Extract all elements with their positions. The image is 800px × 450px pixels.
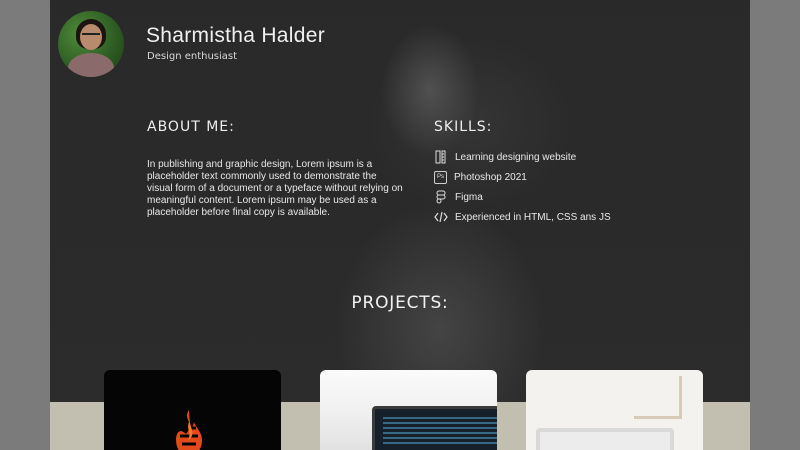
skill-label: Learning designing website (455, 151, 577, 163)
skill-item: Ps Photoshop 2021 (434, 167, 694, 187)
pencil-ruler-icon (434, 150, 448, 164)
laptop-image (536, 428, 674, 450)
skills-list: Learning designing website Ps Photoshop … (434, 147, 694, 227)
figma-icon (434, 190, 448, 204)
avatar (58, 11, 124, 77)
skill-item: Learning designing website (434, 147, 694, 167)
photoshop-icon: Ps (434, 170, 447, 184)
laptop-image (372, 406, 497, 450)
projects-heading: PROJECTS: (351, 293, 449, 313)
skill-label: Experienced in HTML, CSS ans JS (455, 211, 611, 223)
skill-item: Experienced in HTML, CSS ans JS (434, 207, 694, 227)
skill-label: Photoshop 2021 (454, 171, 527, 183)
profile-tagline: Design enthusiast (147, 51, 238, 62)
profile-name: Sharmistha Halder (146, 24, 326, 47)
code-icon (434, 210, 448, 224)
hero-section: Sharmistha Halder Design enthusiast ABOU… (50, 0, 750, 402)
shelf-image (634, 376, 682, 419)
portfolio-page: Sharmistha Halder Design enthusiast ABOU… (50, 0, 750, 450)
skill-label: Figma (455, 191, 483, 203)
skills-heading: SKILLS: (434, 119, 493, 135)
project-card[interactable] (320, 370, 497, 450)
about-heading: ABOUT ME: (147, 119, 235, 135)
skill-item: Figma (434, 187, 694, 207)
project-card[interactable] (104, 370, 281, 450)
project-card[interactable] (526, 370, 703, 450)
about-text: In publishing and graphic design, Lorem … (147, 159, 403, 218)
flame-logo-image (176, 410, 202, 450)
